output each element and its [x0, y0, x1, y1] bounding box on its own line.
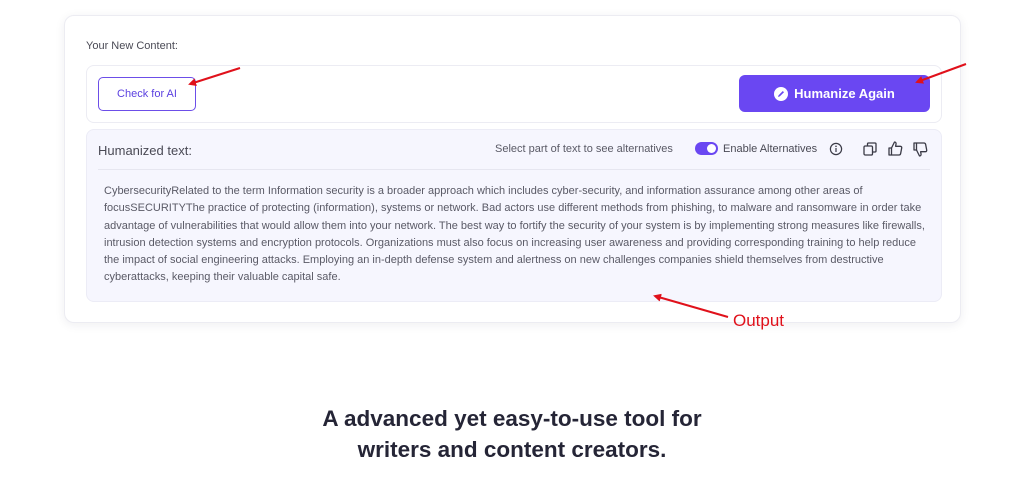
tagline-line-1: A advanced yet easy-to-use tool for	[322, 406, 702, 431]
content-card: Your New Content: Check for AI Humanize …	[64, 15, 961, 323]
output-panel: Humanized text: Select part of text to s…	[86, 129, 942, 302]
alternatives-hint: Select part of text to see alternatives	[495, 143, 673, 155]
copy-icon[interactable]	[862, 141, 878, 157]
tagline-line-2: writers and content creators.	[357, 437, 667, 462]
enable-alternatives-toggle[interactable]	[695, 142, 718, 155]
thumbs-down-icon[interactable]	[912, 141, 929, 158]
humanize-again-button[interactable]: Humanize Again	[739, 75, 930, 112]
toggle-knob	[707, 144, 716, 153]
card-label: Your New Content:	[86, 40, 178, 52]
thumbs-up-icon[interactable]	[887, 140, 904, 157]
edit-pen-icon	[774, 86, 789, 101]
output-annotation-label: Output	[733, 311, 785, 330]
enable-alternatives-label: Enable Alternatives	[723, 143, 818, 155]
output-divider	[98, 169, 930, 170]
humanized-text-body[interactable]: CybersecurityRelated to the term Informa…	[104, 183, 934, 287]
check-for-ai-button[interactable]: Check for AI	[98, 77, 196, 111]
humanize-again-label: Humanize Again	[794, 86, 895, 101]
output-title: Humanized text:	[98, 143, 192, 158]
tagline: A advanced yet easy-to-use tool for writ…	[0, 403, 1024, 465]
action-bar: Check for AI Humanize Again	[86, 65, 942, 123]
info-icon[interactable]	[829, 142, 843, 156]
